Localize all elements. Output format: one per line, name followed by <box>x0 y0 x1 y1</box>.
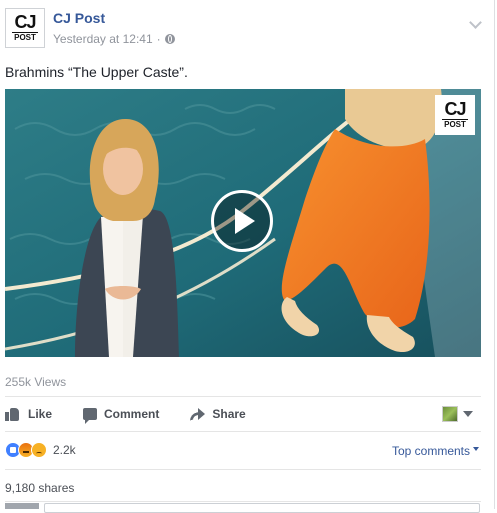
commenter-avatar <box>5 503 39 509</box>
comment-input[interactable] <box>44 503 480 513</box>
sad-reaction-icon <box>31 442 47 458</box>
page-avatar[interactable]: CJ POST <box>5 8 45 48</box>
watermark-logo-subtext: POST <box>442 119 468 129</box>
divider <box>5 501 481 502</box>
comment-label: Comment <box>104 407 160 421</box>
video-player[interactable]: CJ POST <box>5 89 481 357</box>
caret-down-icon <box>473 447 479 451</box>
video-watermark-logo: CJ POST <box>435 95 475 135</box>
share-icon <box>190 408 206 420</box>
divider <box>5 431 481 432</box>
play-button[interactable] <box>211 190 273 252</box>
post-meta: Yesterday at 12:41 · <box>53 32 175 46</box>
reaction-count: 2.2k <box>53 443 76 457</box>
divider <box>5 396 481 397</box>
like-icon <box>5 407 21 421</box>
play-icon <box>235 208 255 234</box>
avatar-logo-subtext: POST <box>12 32 38 42</box>
video-view-count: 255k Views <box>5 375 67 389</box>
like-label: Like <box>28 407 53 421</box>
comment-sort-label: Top comments <box>391 444 470 458</box>
comment-sort-dropdown[interactable]: Top comments <box>392 444 479 458</box>
post-header: CJ POST CJ Post Yesterday at 12:41 · <box>5 8 494 48</box>
watermark-logo-text: CJ <box>444 99 466 119</box>
divider <box>5 469 481 470</box>
action-bar: Like Comment Share <box>5 403 481 425</box>
profile-thumb-icon <box>442 406 458 422</box>
caret-down-icon <box>463 411 473 417</box>
profile-selector[interactable] <box>442 406 473 422</box>
share-label: Share <box>212 407 246 421</box>
comment-icon <box>83 408 98 424</box>
post-text: Brahmins “The Upper Caste”. <box>5 64 188 80</box>
chevron-down-icon[interactable] <box>469 16 482 29</box>
page-name-link[interactable]: CJ Post <box>53 10 105 26</box>
like-button[interactable]: Like <box>5 407 52 421</box>
comment-button[interactable]: Comment <box>83 407 160 424</box>
share-count-link[interactable]: 9,180 shares <box>5 481 74 495</box>
avatar-logo-text: CJ <box>14 12 36 32</box>
globe-icon <box>164 34 175 44</box>
share-button[interactable]: Share <box>190 407 246 421</box>
post-card: CJ POST CJ Post Yesterday at 12:41 · Bra… <box>0 0 495 513</box>
meta-separator: · <box>156 32 161 46</box>
reaction-summary[interactable]: 2.2k <box>5 442 76 458</box>
post-timestamp[interactable]: Yesterday at 12:41 <box>53 32 153 46</box>
